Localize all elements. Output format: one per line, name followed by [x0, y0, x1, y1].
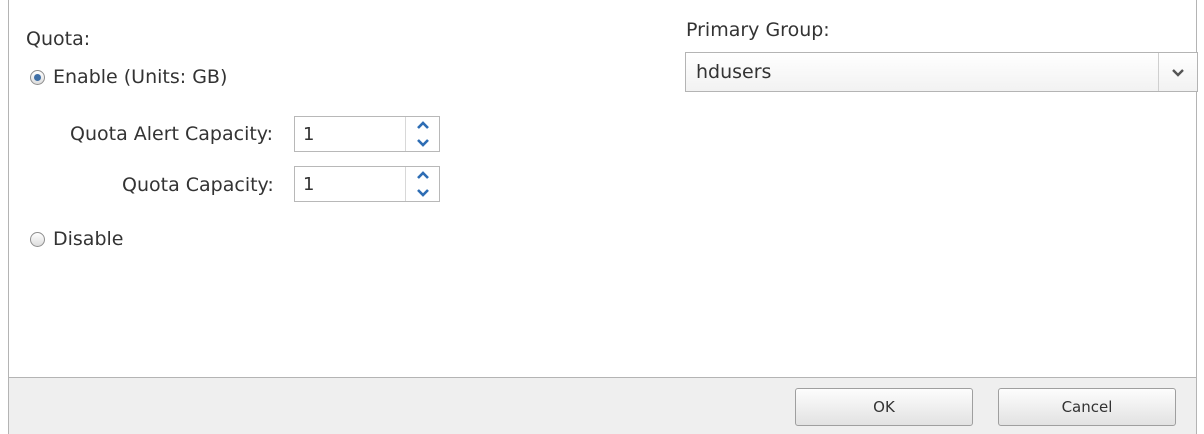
spinner-up-icon[interactable]	[406, 167, 439, 184]
quota-capacity-field[interactable]: 1	[294, 166, 440, 202]
quota-enable-radio[interactable]	[30, 70, 45, 85]
cancel-button[interactable]: Cancel	[998, 388, 1176, 426]
spinner-down-icon[interactable]	[406, 184, 439, 201]
quota-alert-capacity-field[interactable]: 1	[294, 116, 440, 152]
quota-alert-capacity-label: Quota Alert Capacity:	[70, 123, 274, 145]
quota-capacity-spinner[interactable]	[405, 167, 439, 201]
primary-group-select[interactable]: hdusers	[685, 52, 1198, 92]
quota-label: Quota:	[26, 28, 91, 50]
quota-disable-label[interactable]: Disable	[53, 228, 123, 250]
quota-capacity-value[interactable]: 1	[303, 174, 314, 195]
primary-group-label: Primary Group:	[686, 19, 830, 41]
ok-button[interactable]: OK	[795, 388, 973, 426]
quota-alert-capacity-value[interactable]: 1	[303, 124, 314, 145]
quota-alert-capacity-spinner[interactable]	[405, 117, 439, 151]
quota-capacity-label: Quota Capacity:	[122, 174, 274, 196]
spinner-down-icon[interactable]	[406, 134, 439, 151]
quota-disable-radio[interactable]	[30, 232, 45, 247]
primary-group-value[interactable]: hdusers	[696, 61, 771, 83]
chevron-down-icon[interactable]	[1158, 53, 1197, 91]
quota-enable-label[interactable]: Enable (Units: GB)	[53, 66, 227, 88]
spinner-up-icon[interactable]	[406, 117, 439, 134]
